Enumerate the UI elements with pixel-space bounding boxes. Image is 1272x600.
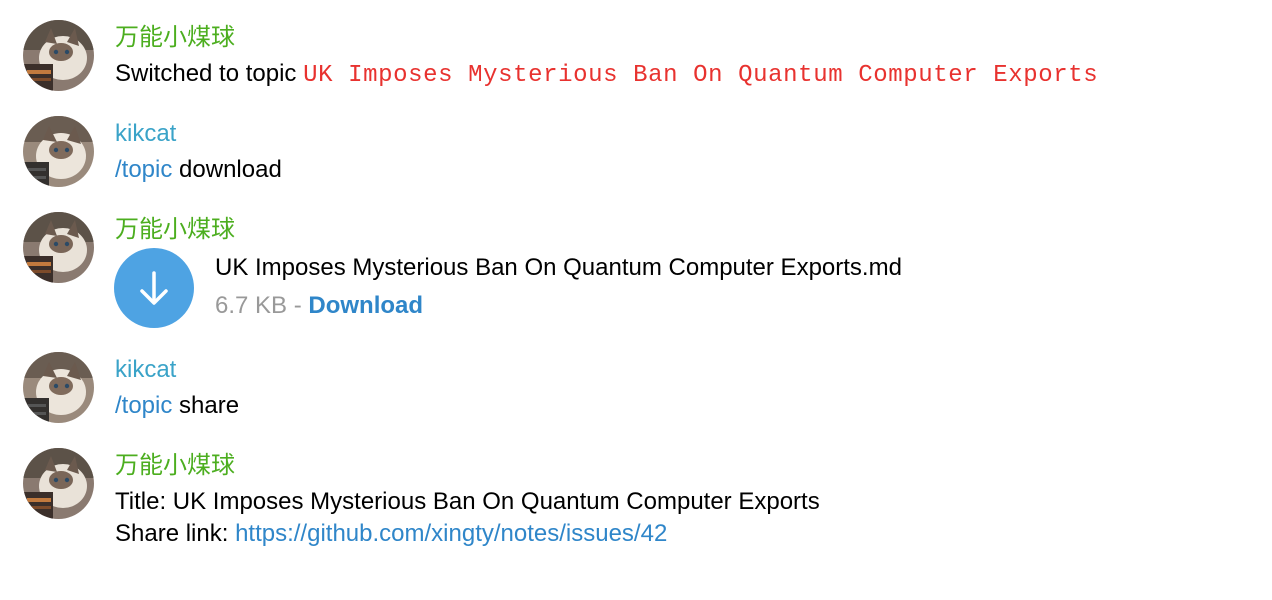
avatar-user[interactable] [23,352,94,423]
message-text: /topic download [115,155,282,185]
file-meta-separator: - [287,292,309,319]
topic-name: UK Imposes Mysterious Ban On Quantum Com… [303,62,1099,89]
command-argument: download [172,156,282,183]
share-line: Share link: https://github.com/xingty/no… [115,519,667,549]
command-argument: share [172,392,240,419]
file-name: UK Imposes Mysterious Ban On Quantum Com… [215,254,902,281]
message-text: /topic share [115,391,239,421]
topic-command-link[interactable]: /topic [115,156,172,183]
cat-avatar-image [23,448,94,519]
cat-avatar-image [23,20,94,91]
sender-name[interactable]: 万能小煤球 [115,452,235,480]
avatar-bot[interactable] [23,20,94,91]
avatar-bot[interactable] [23,212,94,283]
sender-name[interactable]: kikcat [115,356,176,384]
sender-name[interactable]: kikcat [115,120,176,148]
topic-command-link[interactable]: /topic [115,392,172,419]
avatar-bot[interactable] [23,448,94,519]
file-size: 6.7 KB [215,292,288,319]
sender-name[interactable]: 万能小煤球 [115,24,235,52]
share-link-label: Share link: [115,520,236,547]
message-text: Switched to topic UK Imposes Mysterious … [115,59,1098,91]
sender-name[interactable]: 万能小煤球 [115,216,235,244]
file-download-button[interactable] [114,248,194,328]
cat-avatar-image [23,212,94,283]
topic-switch-label: Switched to topic [115,60,304,87]
cat-avatar-image [23,116,94,187]
download-link[interactable]: Download [308,292,423,319]
download-arrow-icon [140,271,168,305]
share-link[interactable]: https://github.com/xingty/notes/issues/4… [235,520,667,547]
cat-avatar-image [23,352,94,423]
file-meta: 6.7 KB - Download [215,291,423,321]
avatar-user[interactable] [23,116,94,187]
share-title: Title: UK Imposes Mysterious Ban On Quan… [115,488,820,515]
